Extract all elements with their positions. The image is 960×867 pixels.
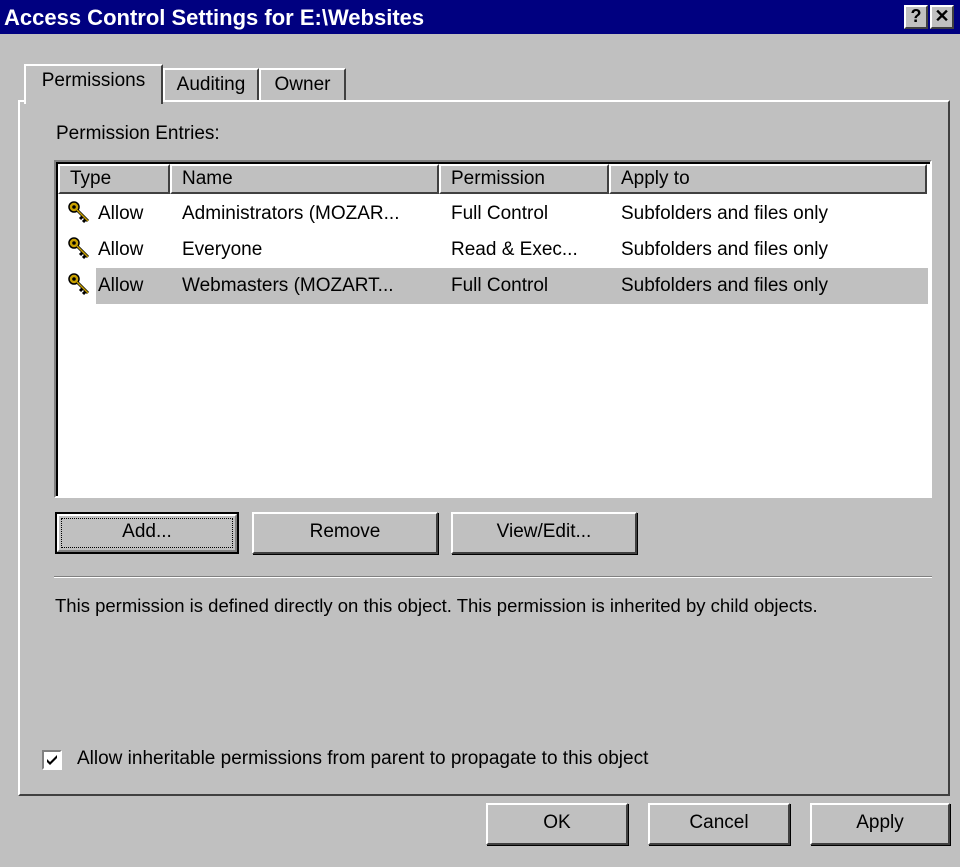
add-button-label: Add...: [122, 521, 172, 542]
column-header-permission[interactable]: Permission: [439, 164, 609, 194]
permission-entries-label: Permission Entries:: [56, 123, 220, 144]
cell-apply-to: Subfolders and files only: [621, 203, 829, 224]
inherit-permissions-checkbox[interactable]: [42, 750, 62, 770]
cell-name: Everyone: [182, 239, 263, 260]
table-row[interactable]: Allow Webmasters (MOZART... Full Control…: [58, 268, 928, 304]
checkmark-icon: [47, 755, 57, 765]
column-header-apply-to[interactable]: Apply to: [609, 164, 927, 194]
permission-description: This permission is defined directly on t…: [55, 595, 818, 616]
cell-name: Administrators (MOZAR...: [182, 203, 400, 224]
view-edit-button[interactable]: View/Edit...: [451, 512, 637, 554]
permission-entries-list[interactable]: Type Name Permission Apply to Allow Admi…: [54, 160, 932, 498]
table-row[interactable]: Allow Everyone Read & Exec... Subfolders…: [58, 232, 928, 268]
cell-type: Allow: [98, 275, 144, 296]
cell-permission: Full Control: [451, 203, 549, 224]
cell-name: Webmasters (MOZART...: [182, 275, 394, 296]
cell-permission: Full Control: [451, 275, 549, 296]
column-header-type[interactable]: Type: [58, 164, 170, 194]
separator: [54, 576, 932, 578]
cell-type: Allow: [98, 239, 144, 260]
cancel-button[interactable]: Cancel: [648, 803, 790, 845]
key-icon: [68, 273, 90, 296]
column-header-name[interactable]: Name: [170, 164, 439, 194]
cell-apply-to: Subfolders and files only: [621, 239, 829, 260]
key-icon: [68, 237, 90, 260]
table-row[interactable]: Allow Administrators (MOZAR... Full Cont…: [58, 196, 928, 232]
apply-button[interactable]: Apply: [810, 803, 950, 845]
apply-button-label: Apply: [856, 812, 904, 833]
ok-button-label: OK: [543, 812, 571, 833]
ok-button[interactable]: OK: [486, 803, 628, 845]
cancel-button-label: Cancel: [689, 812, 749, 833]
add-button[interactable]: Add...: [55, 512, 239, 554]
view-edit-button-label: View/Edit...: [496, 521, 592, 542]
remove-button[interactable]: Remove: [252, 512, 438, 554]
key-icon: [68, 201, 90, 224]
cell-apply-to: Subfolders and files only: [621, 275, 829, 296]
cell-permission: Read & Exec...: [451, 239, 578, 260]
remove-button-label: Remove: [309, 521, 381, 542]
cell-type: Allow: [98, 203, 144, 224]
inherit-permissions-label[interactable]: Allow inheritable permissions from paren…: [77, 748, 648, 770]
